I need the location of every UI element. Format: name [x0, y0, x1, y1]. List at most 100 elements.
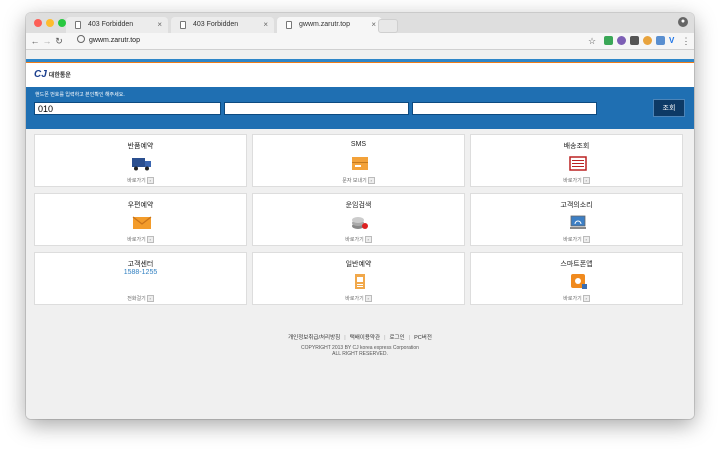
service-card-customer-voice[interactable]: 고객의소리 바로가기 › — [470, 193, 683, 246]
separator: | — [384, 335, 386, 341]
card-link[interactable]: 바로가기 › — [471, 295, 682, 303]
card-link[interactable]: 전화걸기 › — [35, 295, 246, 303]
separator: | — [344, 335, 346, 341]
phone-field-1[interactable] — [34, 102, 221, 115]
form-instruction: 핸드폰 번호를 입력하고 본인확인 해주세요. — [35, 92, 125, 98]
tab-close-icon[interactable]: × — [263, 20, 268, 29]
card-link[interactable]: 바로가기 › — [253, 295, 464, 303]
evernote-extension-icon[interactable] — [630, 36, 639, 45]
reservation-form-icon — [355, 274, 365, 289]
link-label: 바로가기 — [563, 178, 582, 184]
link-label: 바로가기 — [345, 296, 364, 302]
chevron-right-icon: › — [582, 295, 590, 303]
browser-toolbar: ← → ↻ gwwm.zarutr.top ☆ V ⋮ — [26, 33, 694, 50]
card-link[interactable]: 바로가기 › — [253, 236, 464, 244]
card-title: 배송조회 — [563, 143, 590, 150]
service-card-smartphone-app[interactable]: 스마트폰앱 바로가기 › — [470, 252, 683, 305]
card-title: 고객의소리 — [560, 202, 593, 209]
chevron-right-icon: › — [364, 236, 372, 244]
chevron-right-icon: › — [582, 236, 590, 244]
card-title: 운임검색 — [345, 202, 372, 209]
card-title: 반품예약 — [127, 143, 154, 150]
header: CJ 대한통운 — [26, 63, 694, 87]
copyright-line-2: ALL RIGHT RESERVED. — [332, 351, 388, 357]
menu-icon[interactable]: ⋮ — [681, 35, 691, 47]
extension-icon[interactable] — [617, 36, 626, 45]
tab-title: gwwm.zarutr.top — [299, 21, 350, 28]
info-icon — [77, 35, 85, 43]
browser-tab-2[interactable]: 403 Forbidden × — [171, 17, 274, 33]
customer-voice-monitor-icon — [570, 215, 586, 229]
footer-links: 개인정보취급/처리방침 | 택배이용약관 | 로그인 | PC버전 — [26, 333, 694, 341]
card-link[interactable]: 바로가기 › — [471, 177, 682, 185]
chevron-right-icon: › — [367, 177, 375, 185]
link-label: 전화걸기 — [127, 296, 146, 302]
card-link[interactable]: 문자 보내기 › — [253, 177, 464, 185]
search-button[interactable]: 조회 — [653, 99, 685, 117]
tab-title: 403 Forbidden — [88, 21, 134, 28]
link-label: 바로가기 — [127, 178, 146, 184]
footer-link-privacy[interactable]: 개인정보취급/처리방침 — [288, 335, 340, 341]
service-card-tracking[interactable]: 배송조회 바로가기 › — [470, 134, 683, 187]
browser-tab-3[interactable]: gwwm.zarutr.top × — [277, 17, 382, 33]
browser-window: 403 Forbidden × 403 Forbidden × gwwm.zar… — [26, 13, 694, 419]
page-icon — [75, 21, 81, 29]
browser-tab-1[interactable]: 403 Forbidden × — [66, 17, 168, 33]
close-window-icon[interactable] — [34, 19, 42, 27]
logo-text: 대한통운 — [48, 73, 71, 79]
delivery-truck-icon — [132, 158, 151, 171]
footer-link-pc-version[interactable]: PC버전 — [414, 335, 432, 341]
v-extension-icon[interactable]: V — [669, 36, 678, 45]
tab-close-icon[interactable]: × — [157, 20, 162, 29]
service-card-fare-search[interactable]: 운임검색 바로가기 › — [252, 193, 465, 246]
link-label: 바로가기 — [563, 237, 582, 243]
profile-icon[interactable]: ● — [678, 17, 688, 27]
chevron-right-icon: › — [582, 177, 590, 185]
forward-arrow-icon[interactable]: → — [42, 35, 52, 47]
service-card-return-reservation[interactable]: 반품예약 바로가기 › — [34, 134, 247, 187]
address-bar[interactable]: gwwm.zarutr.top — [77, 35, 577, 47]
page-icon — [180, 21, 186, 29]
card-link[interactable]: 바로가기 › — [35, 177, 246, 185]
maximize-window-icon[interactable] — [58, 19, 66, 27]
card-title: 우편예약 — [127, 202, 154, 209]
phone-lookup-form: 핸드폰 번호를 입력하고 본인확인 해주세요. 조회 — [26, 87, 694, 129]
shield-extension-icon[interactable] — [604, 36, 613, 45]
link-label: 바로가기 — [345, 237, 364, 243]
coins-icon — [352, 217, 368, 229]
customer-center-phone[interactable]: 1588-1255 — [35, 269, 246, 276]
chevron-right-icon: › — [364, 295, 372, 303]
tab-close-icon[interactable]: × — [371, 20, 376, 29]
phone-field-2[interactable] — [224, 102, 409, 115]
footer-link-login[interactable]: 로그인 — [390, 335, 405, 341]
extension-icon[interactable] — [656, 36, 665, 45]
page-content: CJ대한통운 핸드폰 번호를 입력하고 본인확인 해주세요. 조회 반품예약 바… — [26, 50, 694, 419]
link-label: 바로가기 — [563, 296, 582, 302]
new-tab-button[interactable] — [378, 19, 398, 33]
cj-logo[interactable]: CJ 대한통운 — [34, 69, 71, 80]
minimize-window-icon[interactable] — [46, 19, 54, 27]
chevron-right-icon: › — [146, 177, 154, 185]
card-link[interactable]: 바로가기 › — [471, 236, 682, 244]
copyright: COPYRIGHT 2013 BY CJ korea express Corpo… — [26, 345, 694, 357]
service-card-mail-reservation[interactable]: 우편예약 바로가기 › — [34, 193, 247, 246]
bookmark-star-icon[interactable]: ☆ — [587, 35, 597, 47]
service-card-general-reservation[interactable]: 일반예약 바로가기 › — [252, 252, 465, 305]
card-title: 일반예약 — [345, 261, 372, 268]
service-card-sms[interactable]: SMS 문자 보내기 › — [252, 134, 465, 187]
link-label: 문자 보내기 — [342, 178, 367, 184]
logo-mark: CJ — [34, 69, 47, 80]
phone-field-3[interactable] — [412, 102, 597, 115]
tab-title: 403 Forbidden — [193, 21, 239, 28]
service-card-customer-center[interactable]: 고객센터 1588-1255 전화걸기 › — [34, 252, 247, 305]
back-arrow-icon[interactable]: ← — [30, 35, 40, 47]
separator: | — [408, 335, 411, 341]
card-link[interactable]: 바로가기 › — [35, 236, 246, 244]
page-icon — [286, 21, 292, 29]
cookie-extension-icon[interactable] — [643, 36, 652, 45]
reload-icon[interactable]: ↻ — [54, 35, 64, 47]
footer-link-terms[interactable]: 택배이용약관 — [350, 335, 380, 341]
url-text: gwwm.zarutr.top — [89, 37, 140, 44]
link-label: 바로가기 — [127, 237, 146, 243]
sms-box-icon — [352, 157, 368, 170]
